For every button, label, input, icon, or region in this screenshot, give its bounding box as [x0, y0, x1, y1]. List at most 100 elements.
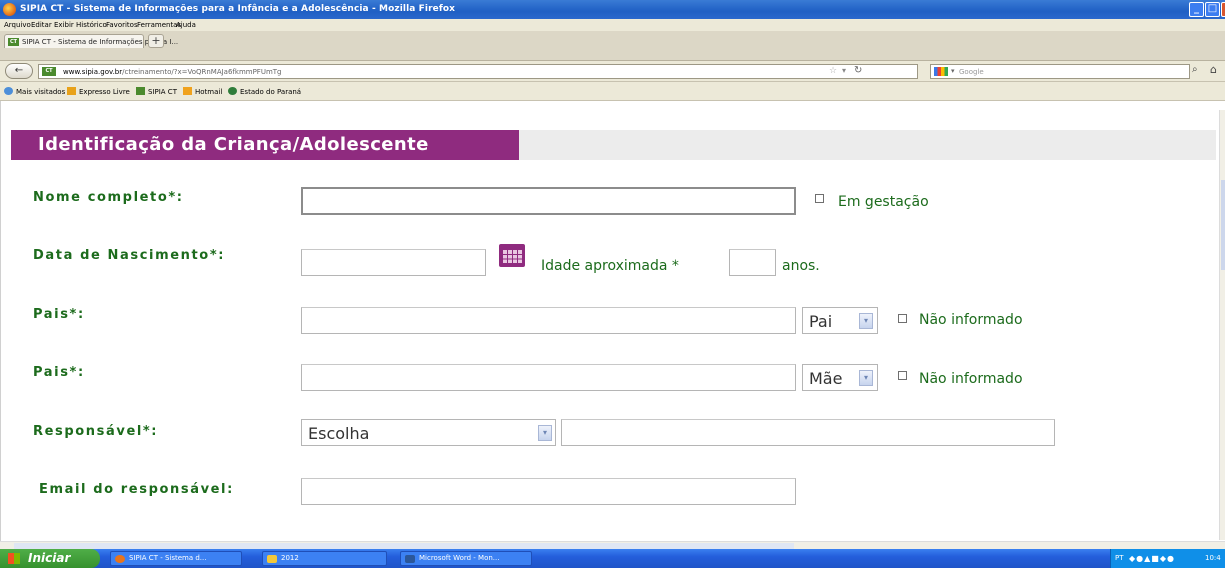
bookmark-label: Estado do Paraná [240, 88, 302, 96]
data-nascimento-label: Data de Nascimento*: [33, 248, 226, 263]
start-button[interactable]: Iniciar [0, 549, 100, 568]
idade-aproximada-input[interactable] [729, 249, 776, 276]
chevron-down-icon[interactable]: ▾ [538, 425, 552, 441]
mae-name-input[interactable] [301, 364, 796, 391]
responsavel-select-value: Escolha [308, 424, 370, 443]
back-button[interactable]: ← [5, 63, 33, 79]
em-gestacao-label: Em gestação [838, 194, 929, 210]
firefox-icon [115, 555, 125, 563]
pais-label-2: Pais*: [33, 365, 85, 380]
pai-select-value: Pai [809, 312, 833, 331]
url-bar[interactable]: CT www.sipia.gov.br/ctreinamento/?x=VoQR… [38, 64, 918, 79]
responsavel-select[interactable]: Escolha ▾ [301, 419, 556, 446]
menu-exibir[interactable]: Exibir [54, 21, 74, 29]
nome-completo-input[interactable] [301, 187, 796, 215]
horizontal-scrollbar[interactable] [0, 541, 1225, 549]
bookmark-hotmail[interactable]: Hotmail [183, 87, 222, 96]
maximize-button[interactable]: □ [1205, 2, 1220, 17]
vertical-scroll-thumb[interactable] [1221, 180, 1225, 270]
bookmark-estado-parana[interactable]: Estado do Paraná [228, 87, 301, 96]
responsavel-name-input[interactable] [561, 419, 1055, 446]
browser-tab[interactable]: CT SIPIA CT - Sistema de Informações par… [4, 34, 178, 48]
taskbar-firefox-button[interactable]: SIPIA CT - Sistema d... [110, 551, 242, 566]
vertical-scrollbar[interactable] [1219, 110, 1225, 540]
bookmark-mais-visitados[interactable]: Mais visitados [4, 87, 65, 96]
url-dropdown-icon[interactable]: ▾ [842, 66, 846, 75]
bookmark-label: Expresso Livre [79, 88, 130, 96]
language-indicator[interactable]: PT [1115, 549, 1124, 568]
em-gestacao-checkbox[interactable] [815, 194, 824, 203]
section-header: Identificação da Criança/Adolescente [11, 130, 1216, 160]
windows-logo-icon [8, 553, 20, 564]
chevron-down-icon[interactable]: ▾ [859, 313, 873, 329]
taskbar-folder-button[interactable]: 2012 [262, 551, 387, 566]
google-engine-icon[interactable] [934, 67, 948, 76]
word-icon [405, 555, 415, 563]
hotmail-icon [183, 87, 192, 95]
url-path: /ctreinamento/?x=VoQRnMAJa6fkmmPFUmTg [122, 68, 282, 76]
data-nascimento-input[interactable] [301, 249, 486, 276]
chevron-down-icon[interactable]: ▾ [859, 370, 873, 386]
search-bar[interactable]: ▾ Google [930, 64, 1190, 79]
bookmarks-bar: Mais visitados Expresso Livre SIPIA CT H… [0, 82, 1225, 101]
mae-select-value: Mãe [809, 369, 843, 388]
taskbar-button-label: Microsoft Word - Mon... [419, 554, 500, 562]
site-identity-icon[interactable]: CT [42, 67, 56, 76]
menu-favoritos[interactable]: Favoritos [106, 21, 138, 29]
menu-ajuda[interactable]: Ajuda [176, 21, 196, 29]
clock: 10:4 [1205, 554, 1221, 562]
search-icon[interactable]: ⌕ [1192, 64, 1198, 75]
bookmark-star-icon[interactable]: ☆ [829, 66, 837, 76]
window-title-bar: SIPIA CT - Sistema de Informações para a… [0, 0, 1225, 19]
url-domain: www.sipia.gov.br [63, 68, 123, 76]
window-title: SIPIA CT - Sistema de Informações para a… [20, 4, 456, 14]
start-label: Iniciar [28, 551, 71, 565]
pai-name-input[interactable] [301, 307, 796, 334]
menu-arquivo[interactable]: Arquivo [4, 21, 31, 29]
bookmark-label: Mais visitados [16, 88, 66, 96]
close-button[interactable]: x [1221, 2, 1225, 17]
windows-taskbar: Iniciar SIPIA CT - Sistema d... 2012 Mic… [0, 549, 1225, 568]
mae-nao-informado-checkbox[interactable] [898, 371, 907, 380]
menu-editar[interactable]: Editar [31, 21, 52, 29]
mae-nao-informado-label: Não informado [919, 371, 1023, 387]
tray-icons[interactable]: ◆●▲■◆● [1129, 554, 1175, 563]
pais-label-1: Pais*: [33, 307, 85, 322]
bookmark-label: SIPIA CT [148, 88, 177, 96]
search-placeholder: Google [959, 68, 984, 76]
system-tray: PT ◆●▲■◆● 10:4 [1110, 549, 1225, 568]
section-title: Identificação da Criança/Adolescente [11, 130, 519, 160]
taskbar-word-button[interactable]: Microsoft Word - Mon... [400, 551, 532, 566]
anos-label: anos. [782, 258, 820, 274]
bookmark-label: Hotmail [195, 88, 223, 96]
sipia-favicon-icon: CT [8, 38, 19, 46]
pai-nao-informado-checkbox[interactable] [898, 314, 907, 323]
nome-completo-label: Nome completo*: [33, 190, 184, 205]
minimize-button[interactable]: _ [1189, 2, 1204, 17]
folder-icon [267, 555, 277, 563]
email-responsavel-input[interactable] [301, 478, 796, 505]
bookmark-expresso-livre[interactable]: Expresso Livre [67, 87, 130, 96]
page-content: Identificação da Criança/Adolescente Nom… [0, 101, 1225, 541]
calendar-grid [502, 250, 522, 264]
mae-select[interactable]: Mãe ▾ [802, 364, 878, 391]
reload-icon[interactable]: ↻ [854, 65, 862, 76]
bookmark-sipia-ct[interactable]: SIPIA CT [136, 87, 177, 96]
navigation-bar: ← CT www.sipia.gov.br/ctreinamento/?x=Vo… [0, 61, 1225, 82]
firefox-icon [3, 3, 16, 16]
email-responsavel-label: Email do responsável: [39, 482, 234, 497]
menu-bar: Arquivo Editar Exibir Histórico Favorito… [0, 19, 1225, 31]
sipia-icon [136, 87, 145, 95]
expresso-icon [67, 87, 76, 95]
calendar-icon[interactable] [499, 244, 525, 267]
menu-ferramentas[interactable]: Ferramentas [137, 21, 181, 29]
engine-dropdown-icon[interactable]: ▾ [951, 67, 955, 75]
new-tab-button[interactable]: + [148, 34, 164, 48]
menu-historico[interactable]: Histórico [76, 21, 107, 29]
tab-bar: CT SIPIA CT - Sistema de Informações par… [0, 31, 1225, 61]
pai-nao-informado-label: Não informado [919, 312, 1023, 328]
home-icon[interactable]: ⌂ [1210, 63, 1217, 76]
parana-icon [228, 87, 237, 95]
pai-select[interactable]: Pai ▾ [802, 307, 878, 334]
url-text: www.sipia.gov.br/ctreinamento/?x=VoQRnMA… [63, 68, 282, 76]
